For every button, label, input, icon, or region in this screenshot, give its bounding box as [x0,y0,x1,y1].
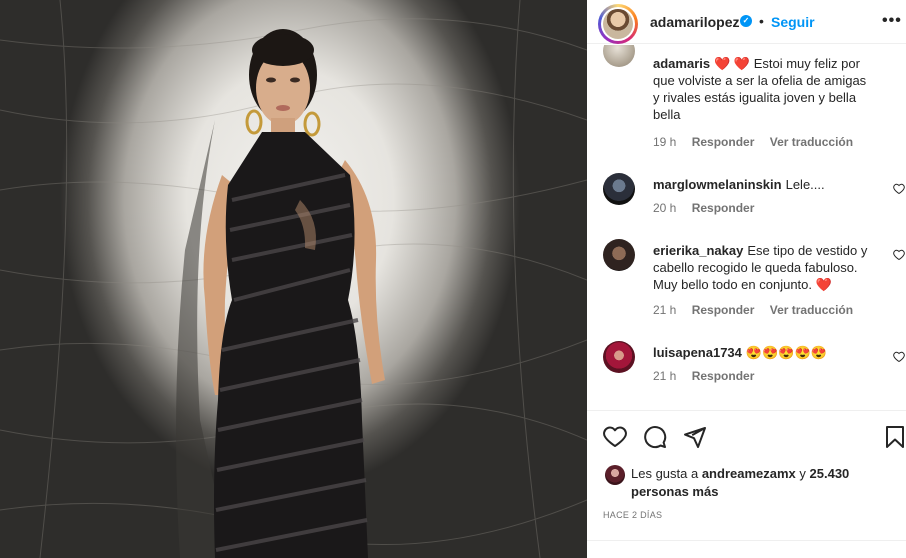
commenter-avatar[interactable] [603,239,635,271]
comment-username[interactable]: adamaris [653,56,710,71]
like-comment-heart-icon[interactable] [893,351,905,363]
bookmark-icon[interactable] [883,425,906,449]
follow-button[interactable]: Seguir [771,14,815,30]
commenter-avatar[interactable] [603,173,635,205]
comment-text: luisapena1734 😍😍😍😍😍 [653,344,875,361]
comment-time: 20 h [653,201,677,215]
comment-time: 21 h [653,369,677,383]
comment-username[interactable]: marglowmelaninskin [653,177,782,192]
liker-avatar[interactable] [605,465,625,485]
comment-body: Lele.... [785,177,825,192]
commenter-avatar[interactable] [603,341,635,373]
author-avatar[interactable] [598,4,638,44]
likes-prefix: Les gusta a [631,466,702,481]
likes-suffix[interactable]: personas más [631,484,718,499]
reply-button[interactable]: Responder [692,201,755,215]
reply-button[interactable]: Responder [692,369,755,383]
comment-text: adamaris ❤️ ❤️ Estoi muy feliz por que vo… [653,55,875,123]
post-photo[interactable] [0,0,587,558]
heart-emoji-icon: ❤️ [815,277,832,292]
commenter-avatar[interactable] [603,45,635,67]
comment-meta: 19 h Responder Ver traducción [653,135,865,149]
comments-list[interactable]: adamaris ❤️ ❤️ Estoi muy feliz por que vo… [587,45,906,410]
add-comment-bar[interactable] [587,540,906,558]
comment-meta: 21 h Responder [653,369,766,383]
heart-emoji-icon: ❤️ ❤️ [714,56,751,71]
comment-username[interactable]: luisapena1734 [653,345,742,360]
likes-summary: Les gusta a andreamezamx y 25.430 person… [587,462,906,502]
separator-dot: • [759,13,764,29]
post-side-panel: adamarilopez ✓ • Seguir ••• adamaris ❤️ ❤… [587,0,906,558]
comment-time: 21 h [653,303,677,317]
author-username[interactable]: adamarilopez [650,14,739,30]
reply-button[interactable]: Responder [692,303,755,317]
post-time-ago[interactable]: Hace 2 días [603,510,662,520]
like-comment-heart-icon[interactable] [893,183,905,195]
likes-count[interactable]: 25.430 [810,466,850,481]
comment-text: marglowmelaninskin Lele.... [653,176,875,193]
liker-username[interactable]: andreamezamx [702,466,796,481]
comment-body: 😍😍😍😍😍 [745,345,827,360]
translate-button[interactable]: Ver traducción [770,135,853,149]
share-icon[interactable] [683,425,707,449]
like-comment-heart-icon[interactable] [893,249,905,261]
post-header: adamarilopez ✓ • Seguir ••• [587,0,906,44]
comment-meta: 20 h Responder [653,201,766,215]
reply-button[interactable]: Responder [692,135,755,149]
heart-icon[interactable] [603,425,627,449]
verified-badge-icon: ✓ [740,15,752,27]
comment-meta: 21 h Responder Ver traducción [653,303,865,317]
translate-button[interactable]: Ver traducción [770,303,853,317]
comment-text: erierika_nakay Ese tipo de vestido y cabe… [653,242,875,293]
comment-username[interactable]: erierika_nakay [653,243,743,258]
likes-text: Les gusta a andreamezamx y 25.430 person… [631,465,881,501]
comment-icon[interactable] [643,425,667,449]
post-actions-bar [587,410,906,462]
comment-time: 19 h [653,135,677,149]
more-options-icon[interactable]: ••• [882,12,902,30]
post-photo-illustration [0,0,587,558]
likes-middle: y [795,466,810,481]
